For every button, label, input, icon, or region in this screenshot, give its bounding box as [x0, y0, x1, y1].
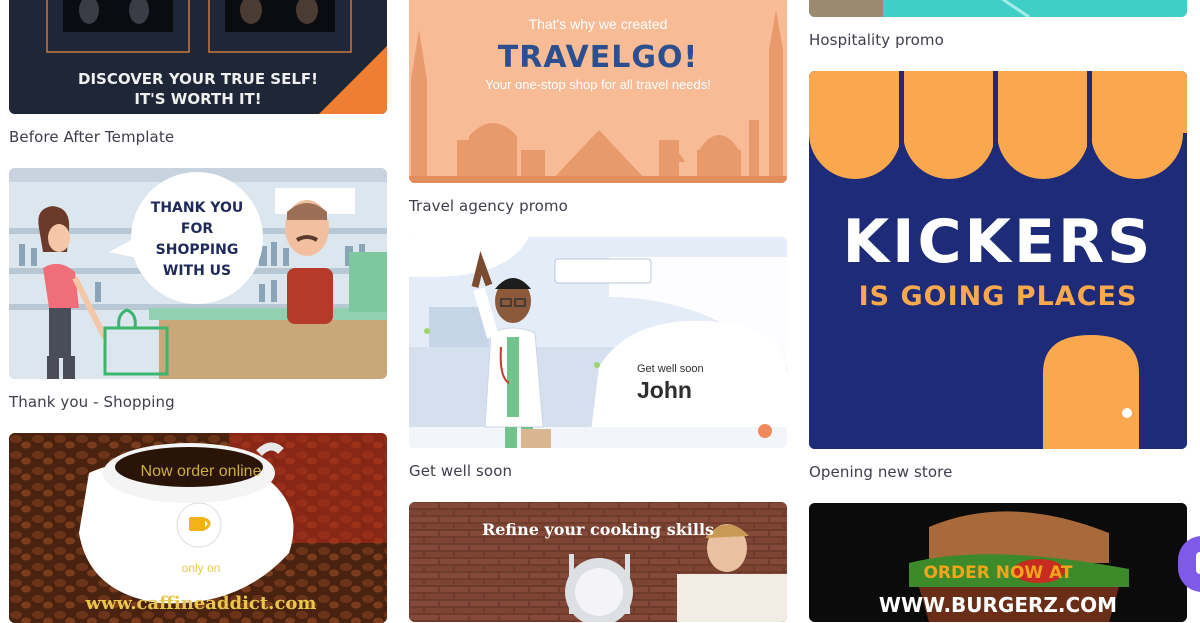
- caption-hospitality[interactable]: Hospitality promo: [809, 31, 944, 49]
- travel-line3: Your one-stop shop for all travel needs!: [485, 77, 711, 92]
- thank-you-bubble-text: THANK YOU FOR SHOPPING WITH US: [119, 198, 275, 282]
- template-card-thank-you[interactable]: THANK YOU FOR SHOPPING WITH US: [9, 168, 387, 379]
- bubble-line-3: SHOPPING: [155, 242, 239, 258]
- bubble-line-4: WITH US: [162, 263, 232, 279]
- kickers-line1: KICKERS: [842, 207, 1154, 277]
- template-card-coffee[interactable]: Now order online only on www.caffineaddi…: [9, 433, 387, 623]
- bubble-line-2: FOR: [180, 221, 214, 237]
- cooking-title: Refine your cooking skills: [481, 520, 715, 539]
- get-well-name: John: [637, 377, 692, 403]
- caption-before-after[interactable]: Before After Template: [9, 128, 174, 146]
- template-card-travel[interactable]: That's why we created TRAVELGO! Your one…: [409, 0, 787, 183]
- coffee-text-bottom: only on: [181, 561, 221, 575]
- travel-brand: TRAVELGO!: [497, 40, 699, 75]
- caption-travel[interactable]: Travel agency promo: [409, 197, 568, 215]
- before-after-line1: DISCOVER YOUR TRUE SELF!: [78, 70, 318, 88]
- kickers-line2: IS GOING PLACES: [858, 281, 1138, 312]
- coffee-url: www.caffineaddict.com: [85, 593, 317, 614]
- template-card-cooking[interactable]: Refine your cooking skills: [409, 502, 787, 622]
- before-after-line2: IT'S WORTH IT!: [134, 90, 262, 108]
- coffee-text-top: Now order online: [140, 463, 262, 480]
- chat-icon: [1196, 552, 1200, 574]
- travel-line1: That's why we created: [528, 16, 668, 32]
- bubble-line-1: THANK YOU: [150, 200, 244, 216]
- hospitality-thumbnail: [809, 0, 1187, 17]
- template-card-before-after[interactable]: DISCOVER YOUR TRUE SELF! IT'S WORTH IT!: [9, 0, 387, 114]
- caption-opening-store[interactable]: Opening new store: [809, 463, 952, 481]
- caption-thank-you[interactable]: Thank you - Shopping: [9, 393, 175, 411]
- template-card-hospitality[interactable]: [809, 0, 1187, 17]
- template-card-get-well[interactable]: Get well soon John: [409, 237, 787, 448]
- burger-line1: ORDER NOW AT: [923, 563, 1073, 583]
- template-card-burger[interactable]: ORDER NOW AT WWW.BURGERZ.COM: [809, 503, 1187, 622]
- caption-get-well[interactable]: Get well soon: [409, 462, 512, 480]
- get-well-small: Get well soon: [637, 363, 704, 375]
- template-card-opening-store[interactable]: KICKERS IS GOING PLACES: [809, 71, 1187, 449]
- burger-url: WWW.BURGERZ.COM: [878, 593, 1118, 617]
- get-well-thumbnail: [409, 237, 787, 448]
